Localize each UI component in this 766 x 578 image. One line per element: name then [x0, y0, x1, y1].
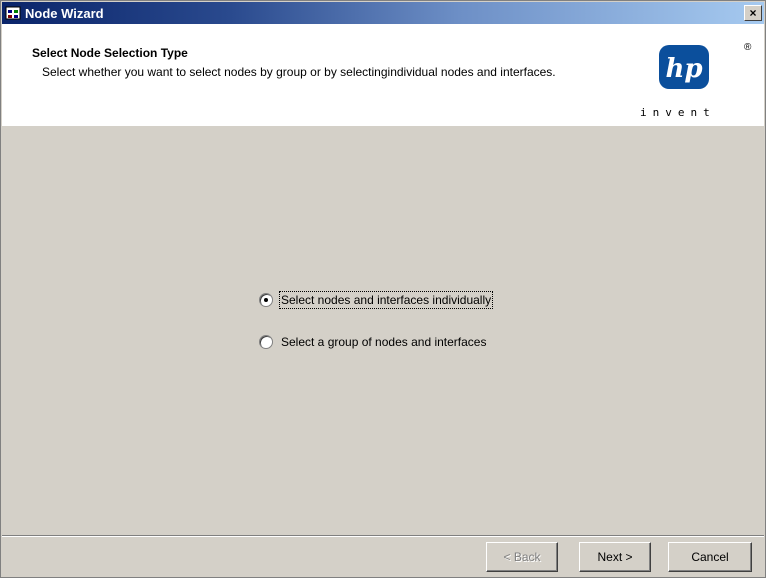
cancel-button[interactable]: Cancel	[668, 542, 752, 572]
page-title: Select Node Selection Type	[32, 46, 188, 60]
option-individual[interactable]: Select nodes and interfaces individually	[259, 291, 494, 309]
page-description: Select whether you want to select nodes …	[42, 65, 556, 79]
title-bar[interactable]: Node Wizard ×	[2, 2, 764, 24]
header-divider	[2, 125, 764, 126]
wizard-window: Node Wizard × Select Node Selection Type…	[0, 0, 766, 578]
option-group[interactable]: Select a group of nodes and interfaces	[259, 335, 486, 349]
logo-tagline: invent	[640, 106, 716, 119]
back-button[interactable]: < Back	[486, 542, 558, 572]
wizard-app-icon	[5, 5, 21, 21]
next-button[interactable]: Next >	[579, 542, 651, 572]
close-button[interactable]: ×	[744, 5, 762, 21]
footer-divider-highlight	[2, 536, 764, 537]
radio-individual[interactable]	[259, 293, 273, 307]
option-individual-label[interactable]: Select nodes and interfaces individually	[278, 291, 494, 309]
hp-logo-text: hp	[665, 54, 702, 84]
registered-mark: ®	[744, 42, 752, 53]
option-group-label[interactable]: Select a group of nodes and interfaces	[281, 335, 486, 349]
window-title: Node Wizard	[25, 5, 104, 21]
close-icon: ×	[749, 6, 757, 20]
radio-group[interactable]	[259, 335, 273, 349]
wizard-header: Select Node Selection Type Select whethe…	[2, 24, 764, 126]
